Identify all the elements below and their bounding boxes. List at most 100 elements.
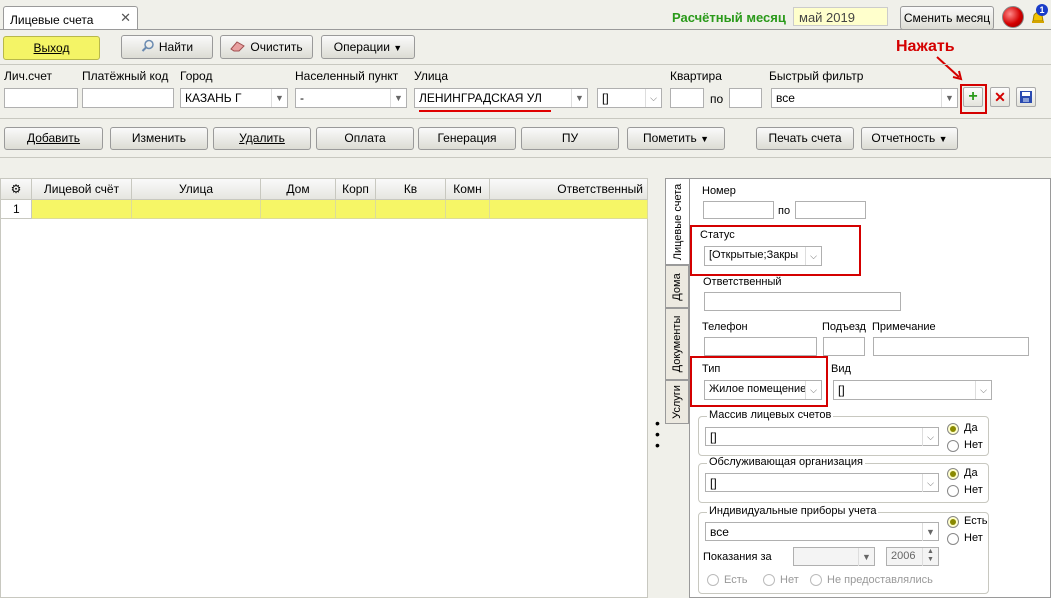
- kind-select[interactable]: [] ⌵: [833, 380, 992, 400]
- org-select[interactable]: [] ⌵: [705, 473, 939, 492]
- grid-settings-header[interactable]: ⚙: [1, 179, 32, 200]
- col-flat[interactable]: Кв: [376, 179, 446, 200]
- clear-button[interactable]: Очистить: [220, 35, 313, 59]
- edit-button[interactable]: Изменить: [110, 127, 208, 150]
- massiv-title: Массив лицевых счетов: [707, 409, 834, 421]
- quick-filter-select[interactable]: все ▼: [771, 88, 958, 108]
- ipu-group: Индивидуальные приборы учета все ▼ Есть Н…: [698, 505, 989, 594]
- delete-label: Удалить: [239, 131, 285, 145]
- massiv-no-label: Нет: [964, 439, 983, 451]
- notification-badge: 1: [1036, 4, 1048, 16]
- quick-filter-value: все: [776, 91, 795, 105]
- change-month-button[interactable]: Сменить месяц: [900, 6, 994, 30]
- readings-no-radio[interactable]: [763, 574, 775, 586]
- readings-year-stepper[interactable]: 2006 ▲ ▼: [886, 547, 939, 566]
- clear-label: Очистить: [250, 40, 303, 54]
- settlement-value: -: [300, 91, 304, 105]
- remove-filter-button[interactable]: ✕: [990, 87, 1010, 107]
- pay-code-input[interactable]: [82, 88, 174, 108]
- tab-services[interactable]: Услуги: [665, 380, 689, 424]
- operations-label: Операции: [333, 40, 390, 54]
- chevron-down-icon: ⌵: [922, 428, 938, 446]
- org-no-radio[interactable]: [947, 485, 959, 497]
- table-cell[interactable]: [336, 200, 376, 219]
- splitter-handle-icon[interactable]: • • •: [655, 416, 660, 452]
- col-street[interactable]: Улица: [132, 179, 261, 200]
- table-cell[interactable]: [261, 200, 336, 219]
- note-input[interactable]: [873, 337, 1029, 356]
- kind-value: []: [838, 383, 845, 397]
- print-invoice-button[interactable]: Печать счета: [756, 127, 854, 150]
- exit-button[interactable]: Выход: [3, 36, 100, 60]
- report-menu[interactable]: Отчетность ▼: [861, 127, 958, 150]
- pay-code-label: Платёжный код: [82, 69, 169, 83]
- table-cell[interactable]: [32, 200, 132, 219]
- entrance-input[interactable]: [823, 337, 865, 356]
- billing-month-label: Расчётный месяц: [672, 10, 786, 25]
- massiv-yes-label: Да: [964, 422, 978, 434]
- readings-never-radio[interactable]: [810, 574, 822, 586]
- readings-month-select[interactable]: ▼: [793, 547, 875, 566]
- massiv-group: Массив лицевых счетов [] ⌵ Да Нет: [698, 409, 989, 456]
- col-account[interactable]: Лицевой счёт: [32, 179, 132, 200]
- street-select[interactable]: ЛЕНИНГРАДСКАЯ УЛ ▼: [414, 88, 588, 108]
- save-filter-button[interactable]: [1016, 87, 1036, 107]
- col-building[interactable]: Корп: [336, 179, 376, 200]
- close-icon[interactable]: ✕: [120, 10, 131, 26]
- tab-label: Документы: [671, 315, 683, 373]
- tab-accounts-vertical[interactable]: Лицевые счета: [665, 178, 689, 265]
- note-label: Примечание: [872, 321, 936, 333]
- ipu-yes-label: Есть: [964, 515, 988, 527]
- entrance-label: Подъезд: [822, 321, 866, 333]
- col-room[interactable]: Комн: [446, 179, 490, 200]
- delete-button[interactable]: Удалить: [213, 127, 311, 150]
- add-button[interactable]: Добавить: [4, 127, 103, 150]
- find-button[interactable]: Найти: [121, 35, 213, 59]
- responsible-input[interactable]: [704, 292, 901, 311]
- operations-menu[interactable]: Операции ▼: [321, 35, 415, 59]
- readings-yes-radio[interactable]: [707, 574, 719, 586]
- ipu-title: Индивидуальные приборы учета: [707, 505, 879, 517]
- ipu-select[interactable]: все ▼: [705, 522, 939, 541]
- massiv-no-radio[interactable]: [947, 440, 959, 452]
- massiv-yes-radio[interactable]: [947, 423, 959, 435]
- table-cell[interactable]: [376, 200, 446, 219]
- record-icon[interactable]: [1002, 6, 1024, 28]
- gear-icon: ⚙: [10, 182, 22, 196]
- org-no-label: Нет: [964, 484, 983, 496]
- ipu-no-radio[interactable]: [947, 533, 959, 545]
- massiv-value: []: [710, 430, 717, 444]
- dropdown-arrow-icon: ▼: [922, 523, 938, 541]
- table-cell[interactable]: [446, 200, 490, 219]
- org-yes-radio[interactable]: [947, 468, 959, 480]
- table-cell[interactable]: [490, 200, 648, 219]
- mark-menu[interactable]: Пометить ▼: [627, 127, 725, 150]
- number-to-input[interactable]: [795, 201, 866, 219]
- col-responsible[interactable]: Ответственный: [490, 179, 648, 200]
- hint-arrow-icon: [936, 56, 963, 81]
- tab-houses[interactable]: Дома: [665, 265, 689, 308]
- col-house[interactable]: Дом: [261, 179, 336, 200]
- number-from-input[interactable]: [703, 201, 774, 219]
- filter-panel: Номер по Статус [Открытые;Закры ⌵ Ответст…: [689, 178, 1051, 598]
- tab-documents[interactable]: Документы: [665, 308, 689, 380]
- phone-input[interactable]: [704, 337, 817, 356]
- house-select[interactable]: [] ⌵: [597, 88, 662, 108]
- account-input[interactable]: [4, 88, 78, 108]
- settlement-select[interactable]: - ▼: [295, 88, 407, 108]
- generation-button[interactable]: Генерация: [418, 127, 516, 150]
- tab-accounts[interactable]: Лицевые счета ✕: [3, 6, 138, 30]
- accounts-grid[interactable]: ⚙ Лицевой счёт Улица Дом Корп Кв Комн От…: [0, 178, 648, 598]
- ipu-yes-radio[interactable]: [947, 516, 959, 528]
- payment-button[interactable]: Оплата: [316, 127, 414, 150]
- massiv-select[interactable]: [] ⌵: [705, 427, 939, 446]
- flat-from-input[interactable]: [670, 88, 704, 108]
- flat-to-input[interactable]: [729, 88, 762, 108]
- pu-button[interactable]: ПУ: [521, 127, 619, 150]
- city-select[interactable]: КАЗАНЬ Г ▼: [180, 88, 288, 108]
- number-to-label: по: [778, 205, 791, 217]
- add-filter-highlight: [960, 84, 987, 114]
- table-cell[interactable]: [132, 200, 261, 219]
- ipu-no-label: Нет: [964, 532, 983, 544]
- readings-never-label: Не предоставлялись: [827, 574, 933, 586]
